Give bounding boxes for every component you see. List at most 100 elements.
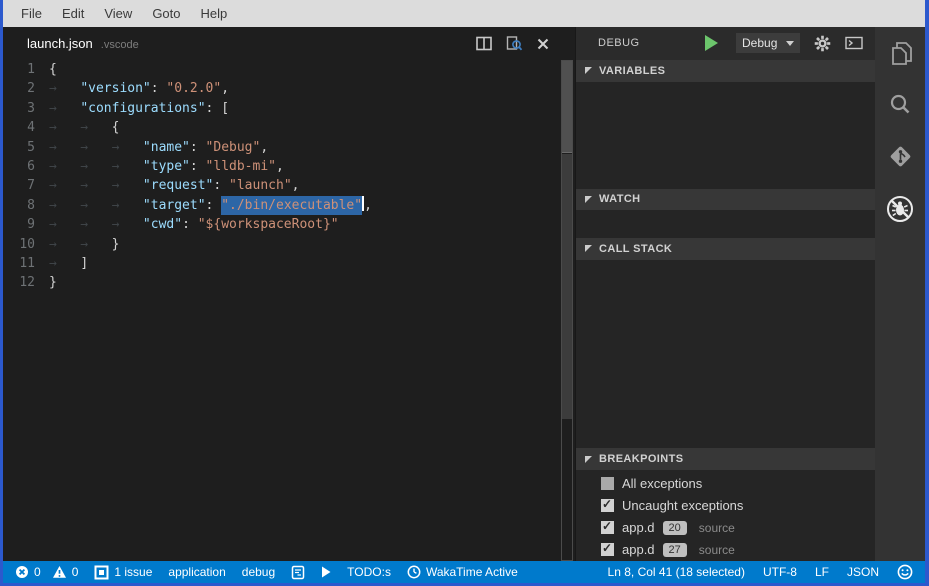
line-number: 7 [3,176,49,195]
checkbox[interactable] [601,521,614,534]
code-token: } [112,235,120,254]
issues-icon [94,565,109,580]
line-number: 8 [3,196,49,215]
activity-bar [875,27,925,561]
line-number: 12 [3,273,49,292]
issues-indicator[interactable]: 1 issue [94,565,152,580]
menu-goto[interactable]: Goto [142,0,190,27]
code-line[interactable]: 12} [3,273,575,292]
code-line[interactable]: 3→ "configurations": [ [3,99,575,118]
code-token: → [49,79,80,98]
split-editor-icon[interactable] [476,36,492,51]
search-icon[interactable] [887,92,913,118]
error-circle-icon [15,565,29,579]
problems-indicator[interactable]: 0 0 [15,565,78,579]
code-line[interactable]: 4→ → { [3,118,575,137]
call-stack-body [576,260,875,448]
code-token: , [292,176,300,195]
selected-text: "./bin/executable" [221,196,362,215]
menu-view[interactable]: View [94,0,142,27]
code-line[interactable]: 6→ → → "type": "lldb-mi", [3,157,575,176]
wakatime-label: WakaTime Active [426,565,518,579]
language-mode-indicator[interactable]: JSON [847,565,879,579]
build-config-indicator[interactable]: debug [242,565,275,579]
code-token: : [213,176,229,195]
scrollbar-overview [562,154,572,419]
code-token: "cwd" [143,215,182,234]
code-token: → → → [49,138,143,157]
checkbox[interactable] [601,543,614,556]
menu-edit[interactable]: Edit [52,0,94,27]
section-header-variables[interactable]: VARIABLES [576,60,875,82]
line-number: 9 [3,215,49,234]
tab-launch-json[interactable]: launch.json .vscode [3,27,149,60]
eol-indicator[interactable]: LF [815,565,829,579]
wakatime-indicator[interactable]: WakaTime Active [407,565,518,579]
note-page-icon[interactable] [291,565,305,580]
code-token: : [182,215,198,234]
start-debug-button[interactable] [705,35,718,51]
tab-title: launch.json [27,27,93,60]
code-token: → → [49,235,112,254]
menu-file[interactable]: File [11,0,52,27]
config-label: debug [242,565,275,579]
checkbox[interactable] [601,499,614,512]
git-icon[interactable] [887,143,914,170]
preview-icon[interactable] [506,36,523,52]
menubar: File Edit View Goto Help [3,0,925,27]
code-token: "Debug" [206,138,261,157]
scrollbar-thumb[interactable] [562,61,572,153]
feedback-smiley-icon[interactable] [897,564,913,580]
vscode-window: File Edit View Goto Help launch.json .vs… [0,0,929,586]
breakpoint-label: app.d [622,542,655,557]
code-area[interactable]: 1{2→ "version": "0.2.0",3→ "configuratio… [3,60,575,293]
gear-icon[interactable] [814,35,831,52]
warning-count: 0 [72,565,79,579]
explorer-icon[interactable] [887,40,914,67]
section-header-breakpoints[interactable]: BREAKPOINTS [576,448,875,470]
eol-label: LF [815,565,829,579]
line-number: 3 [3,99,49,118]
language-label: JSON [847,565,879,579]
code-line[interactable]: 11→ ] [3,254,575,273]
code-line[interactable]: 2→ "version": "0.2.0", [3,79,575,98]
code-line[interactable]: 10→ → } [3,235,575,254]
code-token: "name" [143,138,190,157]
code-token: "${workspaceRoot}" [198,215,339,234]
code-token: "request" [143,176,213,195]
editor-pane: launch.json .vscode 1{2→ "version": "0.2… [3,27,575,561]
menu-help[interactable]: Help [191,0,238,27]
todo-label: TODO:s [347,565,391,579]
breakpoint-row: Uncaught exceptions [576,495,875,517]
debug-config-dropdown[interactable]: Debug [736,33,800,53]
cursor-position-label: Ln 8, Col 41 (18 selected) [608,565,745,579]
code-token: "target" [143,196,206,215]
section-header-watch[interactable]: WATCH [576,189,875,211]
twistie-expanded-icon [584,455,593,464]
code-line[interactable]: 5→ → → "name": "Debug", [3,138,575,157]
debug-icon[interactable] [886,195,914,223]
code-token: → → [49,118,112,137]
breakpoint-note: source [699,543,735,557]
debug-console-icon[interactable] [845,36,863,50]
run-play-icon[interactable] [321,566,331,578]
debug-config-value: Debug [742,36,777,50]
section-header-call-stack[interactable]: CALL STACK [576,238,875,260]
project-indicator[interactable]: application [168,565,225,579]
code-line[interactable]: 1{ [3,60,575,79]
encoding-label: UTF-8 [763,565,797,579]
cursor-position-indicator[interactable]: Ln 8, Col 41 (18 selected) [608,565,745,579]
debug-toolbar: DEBUG Debug [576,27,875,60]
encoding-indicator[interactable]: UTF-8 [763,565,797,579]
line-number: 1 [3,60,49,79]
code-line[interactable]: 9→ → → "cwd": "${workspaceRoot}" [3,215,575,234]
breakpoint-note: source [699,521,735,535]
close-icon[interactable] [537,38,549,50]
checkbox[interactable] [601,477,614,490]
todo-indicator[interactable]: TODO:s [347,565,391,579]
editor-tabbar: launch.json .vscode [3,27,575,60]
line-number: 5 [3,138,49,157]
code-line[interactable]: 8→ → → "target": "./bin/executable", [3,196,575,215]
code-token: → → → [49,215,143,234]
code-line[interactable]: 7→ → → "request": "launch", [3,176,575,195]
